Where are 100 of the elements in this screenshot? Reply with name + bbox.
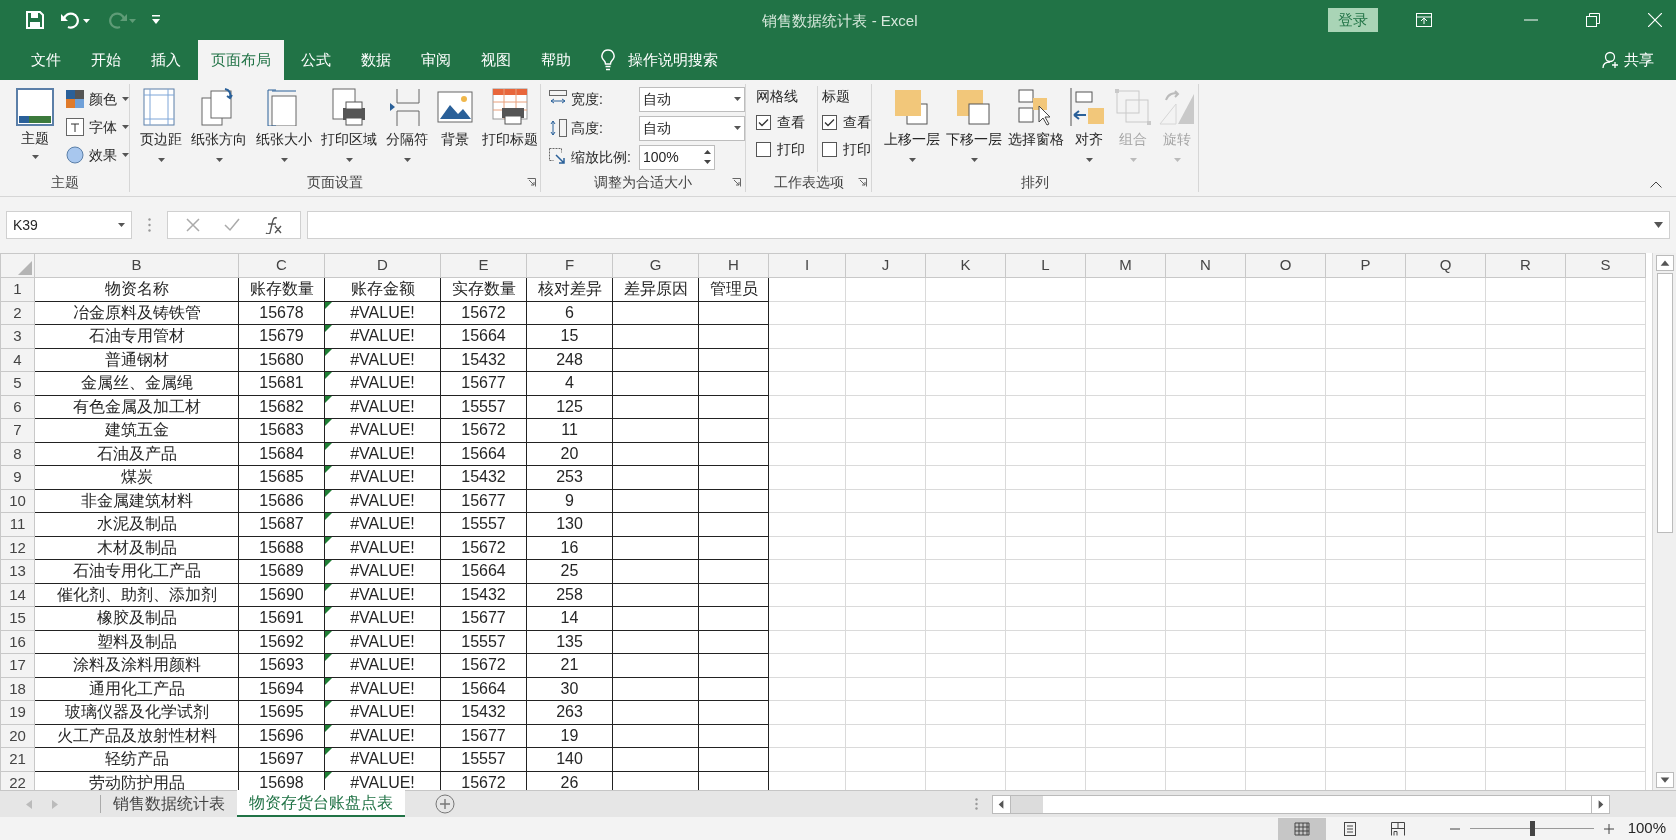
row-header[interactable]: 13 bbox=[0, 559, 35, 583]
error-indicator-icon[interactable] bbox=[325, 301, 332, 309]
error-indicator-icon[interactable] bbox=[325, 348, 332, 356]
undo-icon[interactable] bbox=[60, 11, 90, 29]
row-header[interactable]: 4 bbox=[0, 348, 35, 372]
menu-tab[interactable]: 插入 bbox=[138, 40, 194, 80]
scroll-up-icon[interactable] bbox=[1655, 255, 1674, 271]
column-header[interactable]: P bbox=[1325, 253, 1406, 278]
width-field[interactable]: 自动 bbox=[639, 86, 745, 112]
zoom-in-icon[interactable] bbox=[1603, 823, 1614, 834]
dialog-launcher-icon[interactable] bbox=[858, 178, 867, 187]
error-indicator-icon[interactable] bbox=[325, 442, 332, 450]
scroll-thumb[interactable] bbox=[1043, 795, 1591, 813]
menu-tab[interactable]: 视图 bbox=[468, 40, 524, 80]
option-checkbox[interactable]: 打印 bbox=[822, 139, 871, 160]
height-field[interactable]: 自动 bbox=[639, 115, 745, 141]
column-header[interactable]: F bbox=[526, 253, 613, 278]
menu-tab[interactable]: 页面布局 bbox=[198, 40, 284, 80]
error-indicator-icon[interactable] bbox=[325, 395, 332, 403]
column-header[interactable]: B bbox=[34, 253, 239, 278]
row-header[interactable]: 18 bbox=[0, 677, 35, 701]
page-setup-button[interactable]: 分隔符 bbox=[384, 88, 430, 172]
scroll-thumb[interactable] bbox=[1656, 273, 1673, 533]
colors-button[interactable]: 颜色 bbox=[66, 88, 129, 110]
row-header[interactable]: 9 bbox=[0, 465, 35, 489]
error-indicator-icon[interactable] bbox=[325, 489, 332, 497]
error-indicator-icon[interactable] bbox=[325, 724, 332, 732]
row-header[interactable]: 2 bbox=[0, 301, 35, 325]
sheet-tab[interactable]: 物资存货台账盘点表 bbox=[237, 790, 405, 817]
share-button[interactable]: 共享 bbox=[1602, 40, 1654, 80]
error-indicator-icon[interactable] bbox=[325, 583, 332, 591]
row-header[interactable]: 17 bbox=[0, 653, 35, 677]
restore-icon[interactable] bbox=[1586, 13, 1600, 27]
column-header[interactable]: K bbox=[925, 253, 1006, 278]
row-header[interactable]: 5 bbox=[0, 371, 35, 395]
row-header[interactable]: 6 bbox=[0, 395, 35, 419]
column-header[interactable]: M bbox=[1085, 253, 1166, 278]
scroll-left-icon[interactable] bbox=[993, 795, 1011, 813]
error-indicator-icon[interactable] bbox=[325, 536, 332, 544]
row-header[interactable]: 15 bbox=[0, 606, 35, 630]
fonts-button[interactable]: 字体 bbox=[66, 116, 129, 138]
page-setup-button[interactable]: 打印标题 bbox=[480, 88, 540, 172]
menu-tab[interactable]: 文件 bbox=[18, 40, 74, 80]
option-checkbox[interactable]: 打印 bbox=[756, 139, 805, 160]
login-button[interactable]: 登录 bbox=[1328, 8, 1378, 32]
arrange-button[interactable]: 对齐 bbox=[1068, 88, 1110, 172]
option-checkbox[interactable]: 查看 bbox=[756, 112, 805, 133]
effects-button[interactable]: 效果 bbox=[66, 144, 129, 166]
zoom-thumb[interactable] bbox=[1529, 821, 1535, 836]
arrange-button[interactable]: 上移一层 bbox=[882, 88, 942, 172]
dialog-launcher-icon[interactable] bbox=[732, 178, 741, 187]
row-header[interactable]: 1 bbox=[0, 277, 35, 301]
page-setup-button[interactable]: 纸张大小 bbox=[254, 88, 314, 172]
column-header[interactable]: Q bbox=[1405, 253, 1486, 278]
row-header[interactable]: 14 bbox=[0, 583, 35, 607]
option-checkbox[interactable]: 查看 bbox=[822, 112, 871, 133]
error-indicator-icon[interactable] bbox=[325, 771, 332, 779]
arrange-button[interactable]: 选择窗格 bbox=[1006, 88, 1066, 172]
page-setup-button[interactable]: 纸张方向 bbox=[189, 88, 249, 172]
row-header[interactable]: 21 bbox=[0, 747, 35, 771]
row-header[interactable]: 8 bbox=[0, 442, 35, 466]
column-header[interactable]: O bbox=[1245, 253, 1326, 278]
view-button[interactable] bbox=[1277, 817, 1326, 840]
name-box[interactable]: K39 bbox=[6, 211, 132, 239]
menu-tab[interactable]: 帮助 bbox=[528, 40, 584, 80]
scroll-right-icon[interactable] bbox=[1591, 795, 1609, 813]
row-header[interactable]: 7 bbox=[0, 418, 35, 442]
horizontal-scrollbar[interactable] bbox=[992, 794, 1610, 814]
function-icon[interactable] bbox=[264, 216, 282, 234]
row-header[interactable]: 11 bbox=[0, 512, 35, 536]
sheet-tab[interactable]: 销售数据统计表 bbox=[101, 790, 237, 818]
column-header[interactable]: S bbox=[1565, 253, 1646, 278]
menu-tab[interactable]: 公式 bbox=[288, 40, 344, 80]
scale-field[interactable]: 100% bbox=[639, 144, 715, 170]
themes-button[interactable]: 主题 bbox=[12, 88, 58, 172]
page-setup-button[interactable]: 背景 bbox=[435, 88, 475, 172]
vertical-scrollbar[interactable] bbox=[1652, 253, 1676, 790]
column-header[interactable]: H bbox=[698, 253, 769, 278]
column-header[interactable]: I bbox=[768, 253, 846, 278]
menu-tab[interactable]: 数据 bbox=[348, 40, 404, 80]
row-header[interactable]: 19 bbox=[0, 700, 35, 724]
error-indicator-icon[interactable] bbox=[325, 677, 332, 685]
column-header[interactable]: L bbox=[1005, 253, 1086, 278]
customize-icon[interactable] bbox=[152, 15, 160, 25]
ribbon-display-icon[interactable] bbox=[1416, 13, 1432, 27]
row-header[interactable]: 3 bbox=[0, 324, 35, 348]
formula-input[interactable] bbox=[307, 211, 1670, 239]
menu-tab[interactable]: 审阅 bbox=[408, 40, 464, 80]
page-setup-button[interactable]: 页边距 bbox=[138, 88, 184, 172]
column-header[interactable]: G bbox=[612, 253, 699, 278]
column-header[interactable]: N bbox=[1165, 253, 1246, 278]
column-header[interactable]: E bbox=[440, 253, 527, 278]
zoom-level[interactable]: 100% bbox=[1627, 817, 1666, 840]
column-header[interactable]: R bbox=[1485, 253, 1566, 278]
row-header[interactable]: 10 bbox=[0, 489, 35, 513]
column-header[interactable]: J bbox=[845, 253, 926, 278]
arrange-button[interactable]: 下移一层 bbox=[944, 88, 1004, 172]
column-header[interactable]: C bbox=[238, 253, 325, 278]
collapse-ribbon-icon[interactable] bbox=[1650, 181, 1662, 188]
close-icon[interactable] bbox=[1648, 13, 1662, 27]
